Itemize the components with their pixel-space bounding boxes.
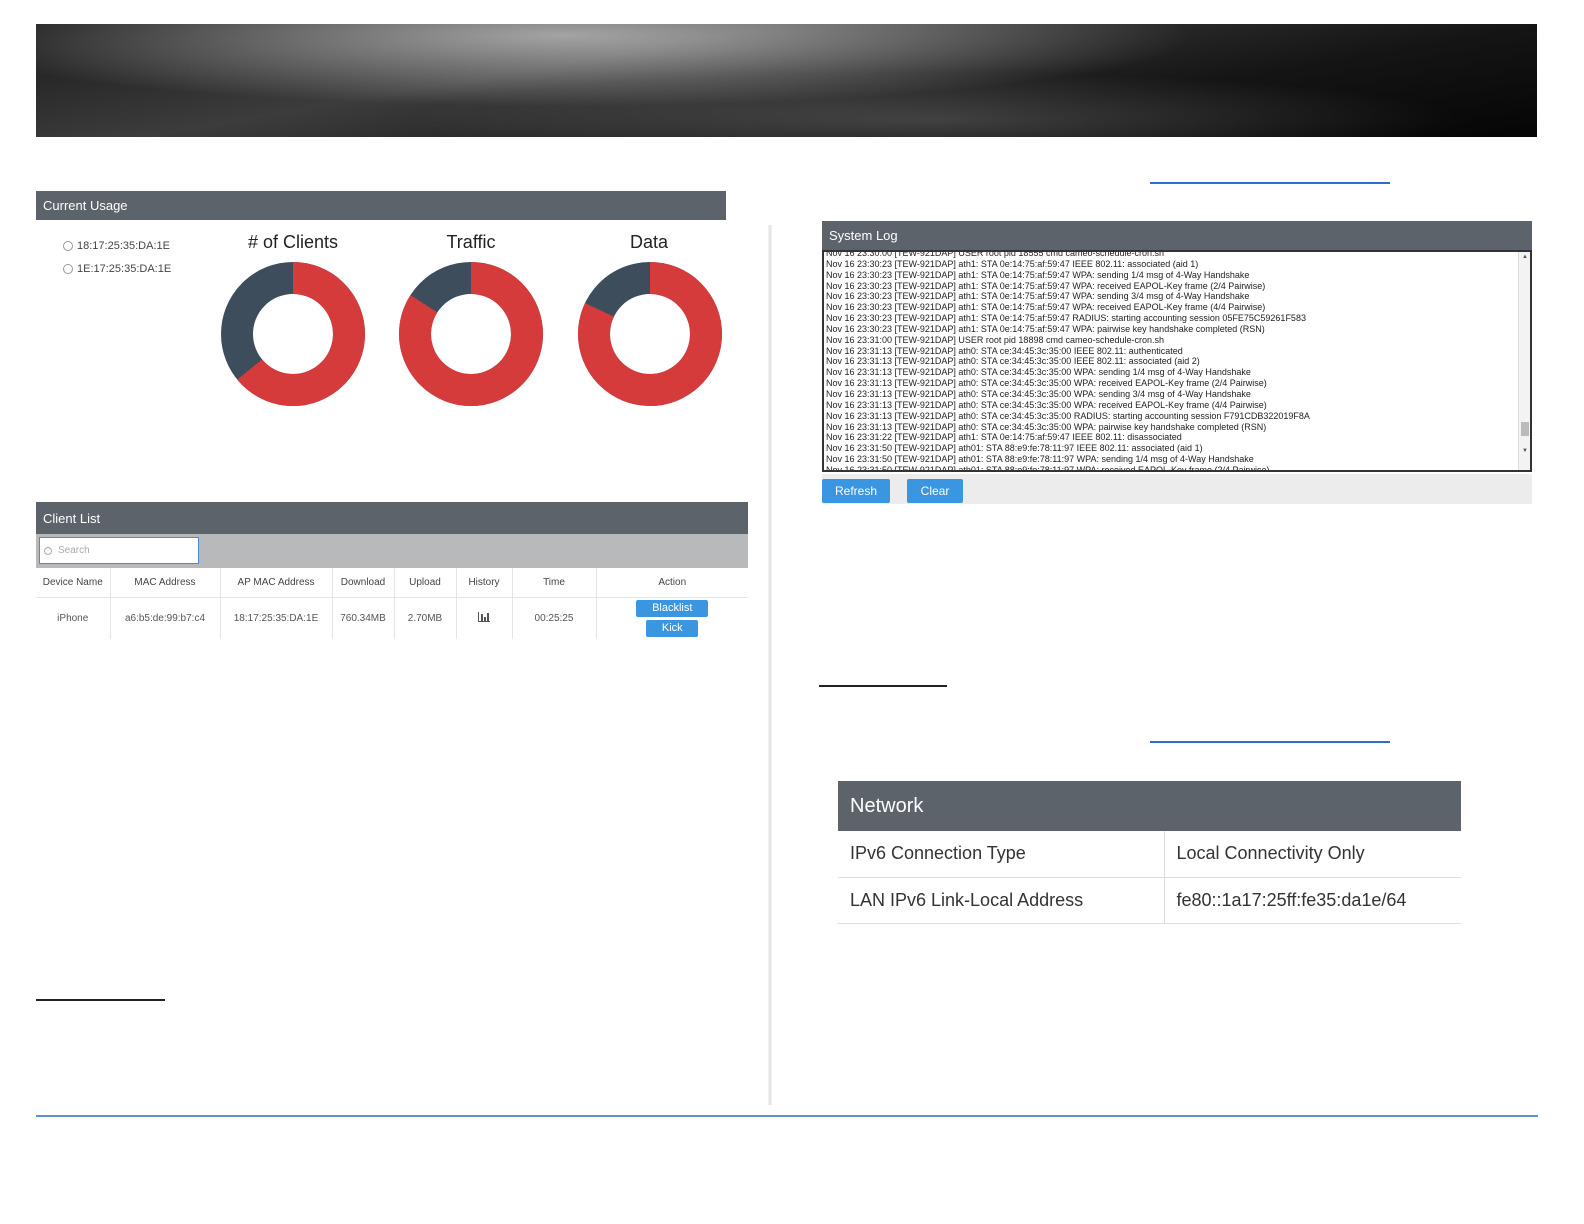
system-log-title: System Log: [829, 228, 898, 243]
chart-title-data: Data: [629, 232, 669, 252]
link-underline[interactable]: [1150, 182, 1390, 184]
table-row: LAN IPv6 Link-Local Address fe80::1a17:2…: [838, 877, 1461, 924]
client-list-title: Client List: [43, 510, 101, 526]
system-log-textarea[interactable]: Nov 16 23:30:00 [TEW-921DAP] USER root p…: [822, 250, 1532, 472]
table-header-row: Device Name MAC Address AP MAC Address D…: [36, 568, 748, 598]
network-label: LAN IPv6 Link-Local Address: [838, 877, 1165, 924]
column-header[interactable]: AP MAC Address: [220, 568, 333, 598]
column-header[interactable]: Download: [332, 568, 395, 598]
mac-address-cell: a6:b5:de:99:b7:c4: [110, 597, 221, 639]
time-cell: 00:25:25: [512, 597, 597, 639]
scroll-down-icon[interactable]: ▼: [1522, 448, 1528, 454]
chart-title-traffic: Traffic: [446, 232, 496, 252]
history-cell: [456, 597, 513, 639]
column-header[interactable]: Device Name: [36, 568, 111, 598]
column-header[interactable]: Time: [512, 568, 597, 598]
log-line: Nov 16 23:30:23 [TEW-921DAP] ath1: STA 0…: [826, 269, 1250, 280]
link-underline: [819, 685, 947, 687]
log-line: Nov 16 23:31:22 [TEW-921DAP] ath1: STA 0…: [826, 432, 1182, 443]
log-line: Nov 16 23:30:23 [TEW-921DAP] ath1: STA 0…: [826, 291, 1250, 302]
log-line: Nov 16 23:30:23 [TEW-921DAP] ath1: STA 0…: [826, 280, 1266, 291]
log-line: Nov 16 23:30:23 [TEW-921DAP] ath1: STA 0…: [826, 323, 1265, 334]
scroll-thumb[interactable]: [1521, 422, 1529, 436]
column-divider: [768, 225, 772, 1105]
network-value: Local Connectivity Only: [1164, 831, 1461, 878]
log-line: Nov 16 23:30:23 [TEW-921DAP] ath1: STA 0…: [826, 302, 1266, 313]
scroll-up-icon[interactable]: ▲: [1522, 254, 1528, 260]
log-line: Nov 16 23:31:50 [TEW-921DAP] ath01: STA …: [826, 443, 1203, 454]
clear-button[interactable]: Clear: [907, 479, 963, 503]
radio-icon[interactable]: [63, 241, 73, 251]
client-table: Device Name MAC Address AP MAC Address D…: [36, 568, 748, 639]
client-search-input[interactable]: Search: [39, 537, 199, 564]
link-underline: [36, 999, 165, 1001]
log-scrollbar[interactable]: ▲ ▼: [1518, 252, 1530, 470]
bar-chart-icon[interactable]: [478, 611, 490, 622]
network-value: fe80::1a17:25ff:fe35:da1e/64: [1164, 877, 1461, 924]
network-header: Network: [838, 781, 1461, 831]
log-line: Nov 16 23:30:23 [TEW-921DAP] ath1: STA 0…: [826, 313, 1306, 324]
device-mac-label: 18:17:25:35:DA:1E: [77, 240, 170, 252]
radio-icon[interactable]: [63, 264, 73, 274]
blacklist-button[interactable]: Blacklist: [636, 599, 709, 617]
table-row: IPv6 Connection Type Local Connectivity …: [838, 831, 1461, 878]
system-log-actions: Refresh Clear: [822, 474, 1532, 504]
log-line: Nov 16 23:31:50 [TEW-921DAP] ath01: STA …: [826, 454, 1254, 465]
log-line: Nov 16 23:31:13 [TEW-921DAP] ath0: STA c…: [826, 388, 1251, 399]
device-name-cell: iPhone: [36, 597, 111, 639]
network-label: IPv6 Connection Type: [838, 831, 1165, 878]
ap-mac-address-cell: 18:17:25:35:DA:1E: [220, 597, 333, 639]
log-line: Nov 16 23:31:13 [TEW-921DAP] ath0: STA c…: [826, 345, 1183, 356]
kick-button[interactable]: Kick: [646, 619, 699, 637]
log-lines: Nov 16 23:30:00 [TEW-921DAP] USER root p…: [826, 250, 1516, 472]
download-cell: 760.34MB: [332, 597, 395, 639]
upload-cell: 2.70MB: [394, 597, 457, 639]
log-line: Nov 16 23:31:00 [TEW-921DAP] USER root p…: [826, 334, 1165, 345]
refresh-button[interactable]: Refresh: [822, 479, 890, 503]
traffic-donut-chart: [399, 262, 543, 406]
log-line: Nov 16 23:31:13 [TEW-921DAP] ath0: STA c…: [826, 410, 1310, 421]
device-radio-option[interactable]: 18:17:25:35:DA:1E: [63, 240, 170, 252]
link-underline[interactable]: [1150, 741, 1390, 743]
column-header[interactable]: MAC Address: [110, 568, 221, 598]
log-line: Nov 16 23:31:13 [TEW-921DAP] ath0: STA c…: [826, 356, 1200, 367]
action-cell: Blacklist Kick: [596, 597, 748, 639]
log-line: Nov 16 23:30:23 [TEW-921DAP] ath1: STA 0…: [826, 258, 1199, 269]
search-icon: [44, 546, 52, 555]
footer-divider: [36, 1115, 1538, 1117]
column-header[interactable]: History: [456, 568, 513, 598]
log-line: Nov 16 23:31:13 [TEW-921DAP] ath0: STA c…: [826, 367, 1251, 378]
log-line: Nov 16 23:31:13 [TEW-921DAP] ath0: STA c…: [826, 399, 1267, 410]
column-header[interactable]: Upload: [394, 568, 457, 598]
log-line: Nov 16 23:30:00 [TEW-921DAP] USER root p…: [826, 250, 1165, 258]
table-row: iPhone a6:b5:de:99:b7:c4 18:17:25:35:DA:…: [36, 597, 748, 639]
column-header[interactable]: Action: [596, 568, 748, 598]
clients-donut-chart: [221, 262, 365, 406]
data-donut-chart: [578, 262, 722, 406]
current-usage-title: Current Usage: [43, 198, 128, 213]
log-line: Nov 16 23:31:13 [TEW-921DAP] ath0: STA c…: [826, 378, 1267, 389]
log-line: Nov 16 23:31:13 [TEW-921DAP] ath0: STA c…: [826, 421, 1267, 432]
chart-title-clients: # of Clients: [247, 232, 339, 252]
system-log-header: System Log: [822, 221, 1532, 250]
header-banner: [36, 24, 1537, 137]
network-table: Network IPv6 Connection Type Local Conne…: [838, 781, 1461, 924]
search-placeholder: Search: [58, 545, 90, 556]
log-line: Nov 16 23:31:50 [TEW-921DAP] ath01: STA …: [826, 464, 1270, 472]
current-usage-header: Current Usage: [36, 191, 726, 220]
client-list-header: Client List: [36, 502, 748, 534]
device-radio-option[interactable]: 1E:17:25:35:DA:1E: [63, 263, 171, 275]
network-title: Network: [838, 781, 1461, 831]
device-mac-label: 1E:17:25:35:DA:1E: [77, 263, 172, 275]
